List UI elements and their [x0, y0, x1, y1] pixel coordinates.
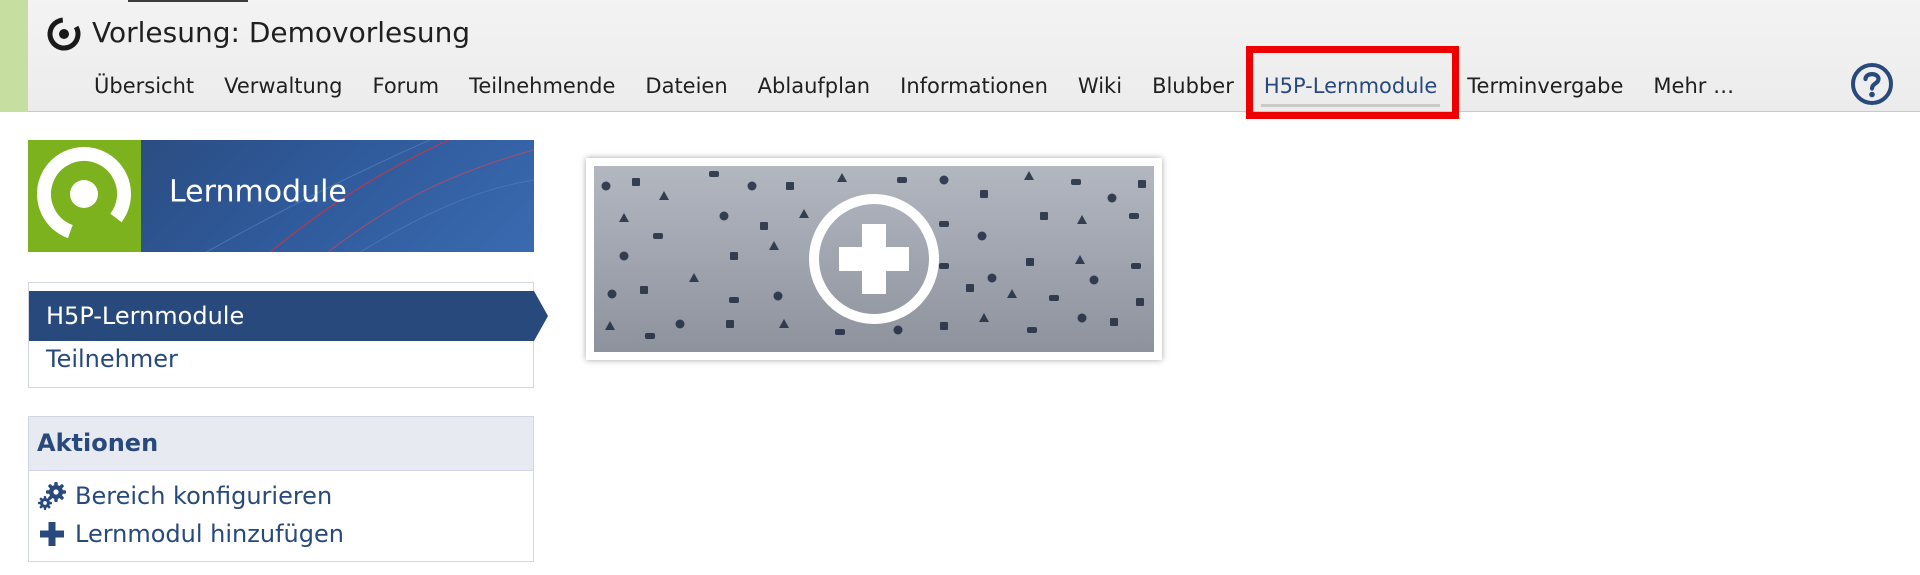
add-module-tile[interactable]: [586, 158, 1162, 360]
decorative-icon: [966, 284, 974, 292]
active-item-arrow: [534, 291, 548, 341]
decorative-icon: [605, 321, 615, 330]
decorative-icon: [897, 177, 907, 183]
gears-icon: [38, 482, 66, 510]
decorative-icon: [893, 325, 903, 335]
sidebar-item-teilnehmer[interactable]: Teilnehmer: [46, 345, 178, 373]
course-header: Vorlesung: Demovorlesung Übersicht Verwa…: [0, 0, 1920, 119]
decorative-icon: [939, 175, 949, 185]
decorative-icon: [769, 241, 779, 250]
add-module-link[interactable]: Lernmodul hinzufügen: [37, 519, 344, 549]
decorative-icon: [726, 320, 734, 328]
decorative-icon: [675, 319, 685, 329]
decorative-icon: [939, 221, 949, 227]
nav-tab-mehr[interactable]: Mehr …: [1638, 74, 1749, 98]
logo-ring-icon: [37, 147, 131, 241]
add-module-label: Lernmodul hinzufügen: [75, 520, 344, 548]
decorative-icon: [1089, 275, 1099, 285]
decorative-icon: [1138, 180, 1146, 188]
add-circle-icon: [809, 194, 939, 324]
decorative-icon: [747, 181, 757, 191]
decorative-icon: [709, 171, 719, 177]
decorative-icon: [1049, 295, 1059, 301]
nav-tab-terminvergabe[interactable]: Terminvergabe: [1452, 74, 1638, 98]
decorative-icon: [835, 329, 845, 335]
decorative-icon: [1007, 289, 1017, 298]
decorative-icon: [1027, 327, 1037, 333]
nav-tab-wiki[interactable]: Wiki: [1063, 74, 1137, 98]
configure-area-link[interactable]: Bereich konfigurieren: [37, 481, 332, 511]
decorative-icon: [1136, 298, 1144, 306]
decorative-icon: [730, 252, 738, 260]
decorative-icon: [607, 289, 617, 299]
decorative-icon: [619, 213, 629, 222]
decorative-icon: [689, 273, 699, 282]
nav-tab-h5p-lernmodule[interactable]: H5P-Lernmodule: [1249, 74, 1452, 107]
decorative-icon: [1071, 179, 1081, 185]
course-navigation: Übersicht Verwaltung Forum Teilnehmende …: [78, 68, 1749, 107]
decorative-icon: [719, 211, 729, 221]
actions-widget: Aktionen Bereich konfigurieren Lernmodul…: [28, 416, 534, 562]
help-circle-icon[interactable]: [1850, 62, 1894, 106]
decorative-icon: [1024, 171, 1034, 180]
decorative-icon: [619, 251, 629, 261]
nav-tab-blubber[interactable]: Blubber: [1137, 74, 1249, 98]
nav-tab-dateien[interactable]: Dateien: [630, 74, 742, 98]
configure-area-label: Bereich konfigurieren: [75, 482, 333, 510]
decorative-icon: [659, 191, 669, 200]
nav-tab-informationen[interactable]: Informationen: [885, 74, 1063, 98]
sidebar-navigation: H5P-Lernmodule Teilnehmer: [28, 282, 548, 388]
decorative-icon: [632, 178, 640, 186]
actions-title: Aktionen: [29, 417, 533, 471]
tile-background-icons: [601, 171, 1146, 339]
decorative-icon: [1107, 193, 1117, 203]
decorative-icon: [940, 322, 948, 330]
decorative-icon: [760, 222, 768, 230]
decorative-icon: [1129, 213, 1139, 219]
sidebar-item-h5p-lernmodule[interactable]: H5P-Lernmodule: [29, 291, 534, 341]
decorative-icon: [980, 190, 988, 198]
decorative-icon: [773, 291, 783, 301]
decorative-icon: [1026, 258, 1034, 266]
decorative-icon: [977, 231, 987, 241]
studip-logo: [28, 140, 141, 252]
decorative-icon: [939, 263, 949, 269]
banner-title: Lernmodule: [169, 174, 347, 210]
decorative-icon: [1131, 263, 1141, 269]
nav-tab-verwaltung[interactable]: Verwaltung: [209, 74, 357, 98]
decorative-icon: [1077, 313, 1087, 323]
decorative-icon: [653, 233, 663, 239]
decorative-icon: [779, 319, 789, 328]
decorative-icon: [799, 209, 809, 218]
nav-tab-ablaufplan[interactable]: Ablaufplan: [743, 74, 885, 98]
add-module-tile-image: [594, 166, 1154, 352]
course-title: Vorlesung: Demovorlesung: [92, 16, 471, 49]
decorative-icon: [729, 297, 739, 303]
decorative-icon: [786, 182, 794, 190]
course-icon: [47, 17, 81, 51]
decorative-icon: [979, 313, 989, 322]
decorative-icon: [1077, 215, 1087, 224]
decorative-icon: [1075, 255, 1085, 264]
banner-background: Lernmodule: [141, 140, 534, 252]
header-accent-strip: [0, 0, 28, 112]
decorative-icon: [645, 333, 655, 339]
decorative-icon: [987, 273, 997, 283]
decorative-icon: [837, 173, 847, 182]
decorative-icon: [1110, 318, 1118, 326]
plus-icon: [40, 522, 64, 546]
decorative-icon: [640, 286, 648, 294]
nav-tab-teilnehmende[interactable]: Teilnehmende: [454, 74, 630, 98]
sidebar-banner: Lernmodule: [28, 140, 534, 252]
nav-tab-uebersicht[interactable]: Übersicht: [78, 74, 209, 98]
decorative-icon: [601, 181, 611, 191]
nav-tab-forum[interactable]: Forum: [357, 74, 454, 98]
header-top-line: [128, 0, 248, 2]
decorative-icon: [1040, 212, 1048, 220]
